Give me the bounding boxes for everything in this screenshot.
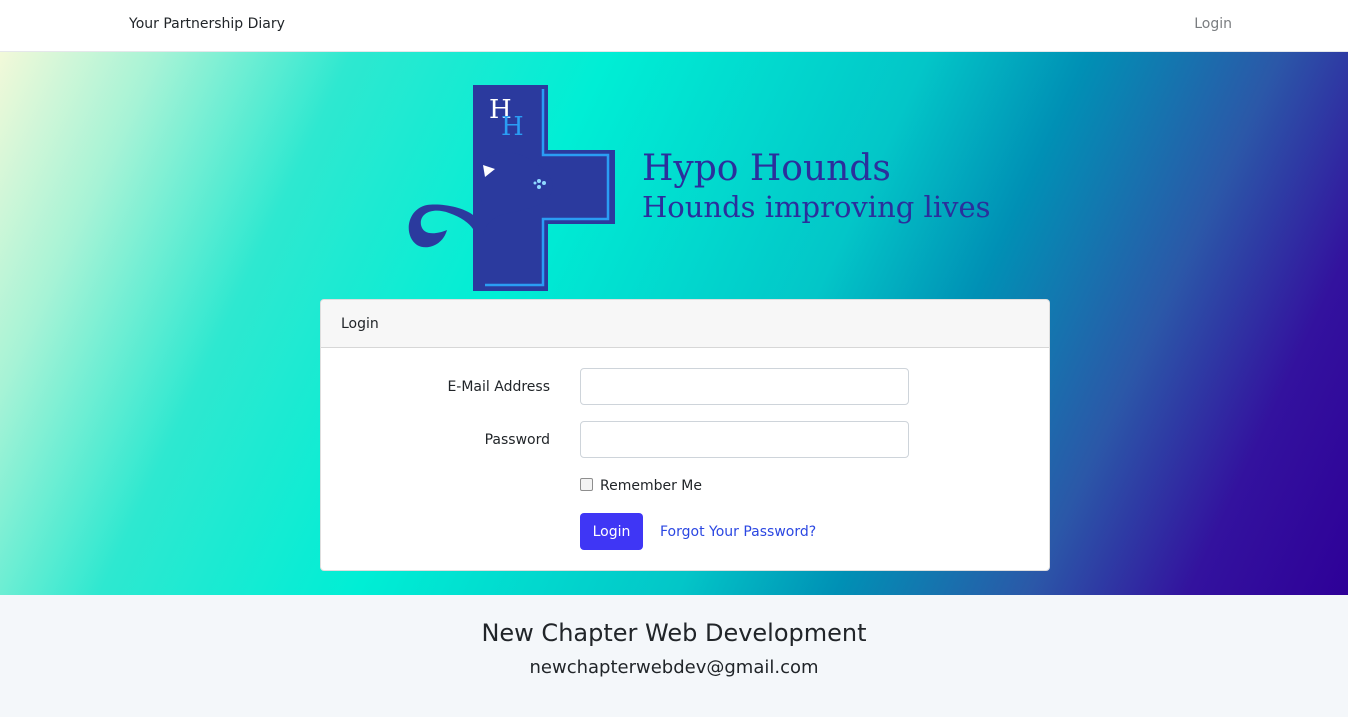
login-card: Login E-Mail Address Password Remember M…: [320, 299, 1050, 571]
top-navbar: Your Partnership Diary Login: [0, 0, 1348, 52]
hypo-hounds-logo-icon: H H: [408, 85, 615, 291]
remember-me-label[interactable]: Remember Me: [600, 478, 702, 494]
login-button[interactable]: Login: [580, 513, 643, 550]
logo-title: Hypo Hounds: [642, 148, 891, 189]
monogram-bottom: H: [501, 112, 524, 142]
logo-text: Hypo Hounds Hounds improving lives: [642, 149, 991, 225]
email-field[interactable]: [580, 368, 909, 405]
password-field[interactable]: [580, 421, 909, 458]
nav-login-link[interactable]: Login: [1194, 16, 1232, 32]
footer-company: New Chapter Web Development: [481, 619, 867, 647]
hero-banner: H H Hypo Hounds Hounds improving lives L…: [0, 52, 1348, 595]
brand-link[interactable]: Your Partnership Diary: [129, 16, 285, 32]
login-card-header: Login: [321, 300, 1049, 348]
forgot-password-link[interactable]: Forgot Your Password?: [660, 524, 816, 540]
remember-me-checkbox[interactable]: [580, 478, 593, 491]
email-label: E-Mail Address: [447, 379, 550, 395]
password-label: Password: [484, 432, 550, 448]
logo-tagline: Hounds improving lives: [642, 190, 991, 224]
footer: New Chapter Web Development newchapterwe…: [0, 595, 1348, 717]
footer-email: newchapterwebdev@gmail.com: [529, 657, 819, 678]
